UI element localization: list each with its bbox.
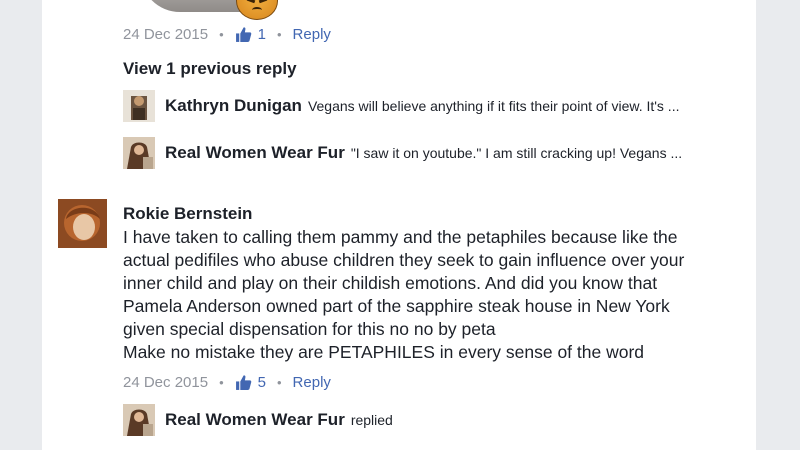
comment-text: I have taken to calling them pammy and t… xyxy=(123,226,743,364)
reply-link[interactable]: Reply xyxy=(293,374,331,391)
angry-face-icon xyxy=(236,0,278,20)
reply-item[interactable]: Kathryn Dunigan Vegans will believe anyt… xyxy=(123,88,753,124)
replied-label: replied xyxy=(350,412,393,428)
comment-line: inner child and play on their childish e… xyxy=(123,273,658,293)
reply-text: Vegans will believe anything if it fits … xyxy=(307,98,680,114)
avatar[interactable] xyxy=(123,404,155,436)
separator-dot: • xyxy=(219,26,224,42)
comment-line: Pamela Anderson owned part of the sapphi… xyxy=(123,296,670,316)
comment-line: I have taken to calling them pammy and t… xyxy=(123,227,678,247)
view-previous-replies-link[interactable]: View 1 previous reply xyxy=(123,59,297,79)
avatar[interactable] xyxy=(123,137,155,169)
avatar[interactable] xyxy=(58,199,107,248)
separator-dot: • xyxy=(219,374,224,390)
comment-date: 24 Dec 2015 xyxy=(123,25,209,43)
reply-item[interactable]: Real Women Wear Fur "I saw it on youtube… xyxy=(123,135,753,171)
comment-line: given special dispensation for this no n… xyxy=(123,319,496,339)
avatar[interactable] xyxy=(123,90,155,122)
reply-author-name[interactable]: Kathryn Dunigan xyxy=(165,96,302,116)
thumbs-up-icon[interactable] xyxy=(235,26,252,43)
reply-text: "I saw it on youtube." I am still cracki… xyxy=(350,145,683,161)
comment-line: Make no mistake they are PETAPHILES in e… xyxy=(123,342,645,362)
reply-author-name[interactable]: Real Women Wear Fur xyxy=(165,410,345,430)
comment-date: 24 Dec 2015 xyxy=(123,373,209,391)
reply-author-name[interactable]: Real Women Wear Fur xyxy=(165,143,345,163)
separator-dot: • xyxy=(276,26,282,42)
thumbs-up-icon[interactable] xyxy=(235,374,252,391)
comment-line: actual pedifiles who abuse children they… xyxy=(123,250,685,270)
comment-meta: 24 Dec 2015 • 1 • Reply xyxy=(123,24,331,44)
like-count[interactable]: 1 xyxy=(258,26,266,43)
separator-dot: • xyxy=(276,374,282,390)
comment-thread: 24 Dec 2015 • 1 • Reply View 1 previous … xyxy=(42,0,756,450)
reply-link[interactable]: Reply xyxy=(293,26,331,43)
reply-item[interactable]: Real Women Wear Fur replied xyxy=(123,402,753,438)
like-count[interactable]: 5 xyxy=(258,374,266,391)
comment-author-name[interactable]: Rokie Bernstein xyxy=(123,204,252,224)
comment-meta: 24 Dec 2015 • 5 • Reply xyxy=(123,372,331,392)
